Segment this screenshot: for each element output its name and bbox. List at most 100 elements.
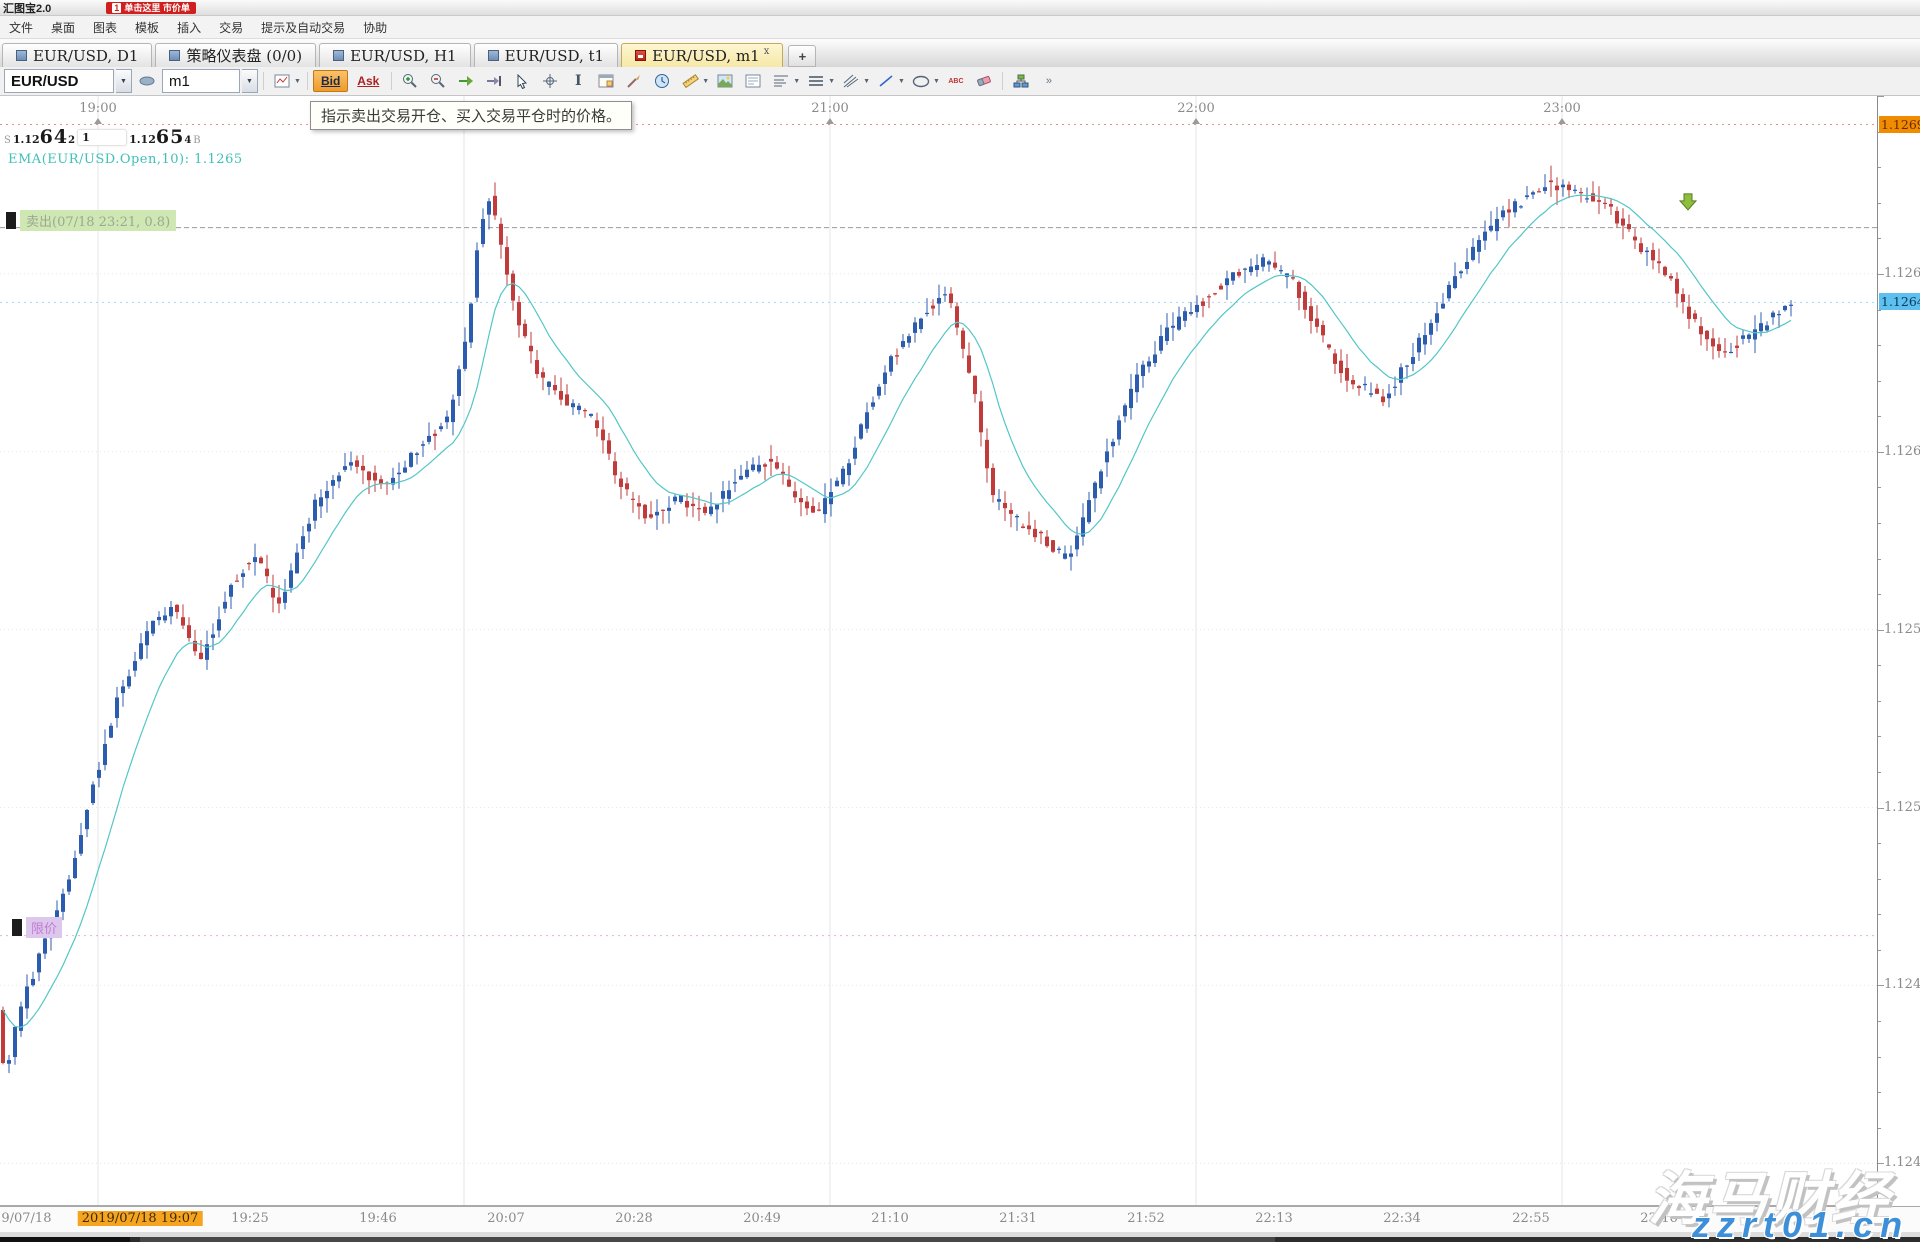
fibonacci-dropdown-icon[interactable]: ▼ <box>793 78 800 85</box>
top-time-label: 21:00 <box>811 101 848 116</box>
zoom-out-icon[interactable] <box>425 69 451 93</box>
period-dropdown-icon[interactable]: ▼ <box>242 69 258 93</box>
sell-side-label: S <box>4 135 11 146</box>
top-time-label: 19:00 <box>79 101 116 116</box>
symbol-dropdown-icon[interactable]: ▼ <box>116 69 132 93</box>
price-axis-label: 1.1240 <box>1884 1155 1920 1170</box>
horizontal-lines-icon[interactable] <box>803 69 829 93</box>
price-axis[interactable]: 1.12651.12601.12551.12501.12451.12401.12… <box>1877 96 1920 1206</box>
ask-button[interactable]: Ask <box>350 70 386 92</box>
grid: 19:0020:0021:0022:0023:00 <box>0 96 1877 1206</box>
menu-alerts-autotrade[interactable]: 提示及自动交易 <box>252 19 354 36</box>
pitchfork-dropdown-icon[interactable]: ▼ <box>863 78 870 85</box>
chart-tab-icon <box>333 50 344 61</box>
text-abc-icon[interactable]: ABC <box>943 69 969 93</box>
ask-price: 65 <box>156 126 184 148</box>
ema-line <box>3 195 1791 1027</box>
menu-desktop[interactable]: 桌面 <box>42 19 84 36</box>
trendline-icon[interactable] <box>873 69 899 93</box>
time-axis-label: 21:52 <box>1127 1211 1164 1226</box>
time-axis-label: 2019/07/18 <box>0 1211 51 1226</box>
price-axis-label: 1.1255 <box>1884 622 1920 637</box>
buy-side-label: B <box>193 135 200 146</box>
price-axis-label: 1.1265 <box>1884 266 1920 281</box>
time-axis-label: 20:07 <box>487 1211 524 1226</box>
fibonacci-icon[interactable] <box>768 69 794 93</box>
bid-line-tooltip: 指示卖出交易开仓、买入交易平仓时的价格。 <box>310 101 632 130</box>
time-axis-label-highlighted: 2019/07/18 19:07 <box>78 1211 203 1226</box>
chart-window-icon[interactable] <box>269 69 295 93</box>
hlines-dropdown-icon[interactable]: ▼ <box>828 78 835 85</box>
sell-arrow-marker[interactable] <box>1680 194 1696 210</box>
chart-tab-icon-active <box>635 50 646 61</box>
period-select[interactable]: m1 <box>162 69 240 93</box>
bid-button[interactable]: Bid <box>313 70 348 92</box>
menu-template[interactable]: 模板 <box>126 19 168 36</box>
spread-value: 1 <box>77 129 127 146</box>
cursor-icon[interactable] <box>509 69 535 93</box>
symbol-pill-icon[interactable] <box>134 69 160 93</box>
world-clock-icon[interactable] <box>649 69 675 93</box>
candlestick-chart[interactable]: 19:0020:0021:0022:0023:00 <box>0 96 1877 1206</box>
pitchfork-icon[interactable] <box>838 69 864 93</box>
indicator-nodes-icon[interactable] <box>1008 69 1034 93</box>
time-axis-label: 21:31 <box>999 1211 1036 1226</box>
time-axis[interactable]: 2019/07/18 2019/07/18 19:07 19:25 19:46 20:0… <box>0 1206 1920 1232</box>
time-axis-label: 19:46 <box>359 1211 396 1226</box>
bottom-edge-bar <box>0 1237 1920 1242</box>
new-window-icon[interactable] <box>593 69 619 93</box>
candles <box>1 166 1793 1073</box>
ibeam-icon[interactable]: I <box>565 69 591 93</box>
price-axis-label: 1.1245 <box>1884 977 1920 992</box>
ellipse-icon[interactable] <box>908 69 934 93</box>
chart-window-dropdown-icon[interactable]: ▼ <box>294 78 301 85</box>
order-prompt-badge[interactable]: 1 单击这里 市价单 <box>106 2 196 14</box>
toolbar-separator <box>1002 72 1003 90</box>
chart-tab-icon <box>16 50 27 61</box>
sell-position-label[interactable]: 卖出(07/18 23:21, 0.8) <box>6 210 176 231</box>
photo-icon[interactable] <box>712 69 738 93</box>
current-price-tag: 1.12642 <box>1879 293 1920 310</box>
brush-icon[interactable] <box>621 69 647 93</box>
zoom-in-icon[interactable] <box>397 69 423 93</box>
trendline-dropdown-icon[interactable]: ▼ <box>898 78 905 85</box>
time-axis-label: 20:28 <box>615 1211 652 1226</box>
time-axis-label: 23:37 <box>1768 1211 1805 1226</box>
badge-text: 单击这里 市价单 <box>124 3 190 13</box>
limit-order-label[interactable]: 限价 <box>12 917 62 938</box>
symbol-select[interactable]: EUR/USD <box>4 69 114 93</box>
new-tab-button[interactable]: + <box>788 45 816 67</box>
chart-shift-icon[interactable] <box>481 69 507 93</box>
tab-eurusd-t1[interactable]: EUR/USD, t1 <box>474 43 618 67</box>
tab-eurusd-m1-active[interactable]: EUR/USD, m1 x <box>621 43 783 67</box>
ruler-icon[interactable] <box>677 69 703 93</box>
tab-strategy-dashboard[interactable]: 策略仪表盘 (0/0) <box>155 43 316 67</box>
close-tab-icon[interactable]: x <box>764 46 770 57</box>
crosshair-icon[interactable] <box>537 69 563 93</box>
collapse-chevron-icon[interactable]: » <box>1036 69 1062 93</box>
ema-indicator-label: EMA(EUR/USD.Open,10): 1.1265 <box>8 152 243 167</box>
time-axis-label: 19:25 <box>231 1211 268 1226</box>
textbox-icon[interactable] <box>740 69 766 93</box>
chart-tab-bar: EUR/USD, D1 策略仪表盘 (0/0) EUR/USD, H1 EUR/… <box>0 39 1920 67</box>
ellipse-dropdown-icon[interactable]: ▼ <box>933 78 940 85</box>
eraser-icon[interactable] <box>971 69 997 93</box>
ruler-dropdown-icon[interactable]: ▼ <box>702 78 709 85</box>
menu-help[interactable]: 协助 <box>354 19 396 36</box>
toolbar-separator <box>391 72 392 90</box>
menu-trade[interactable]: 交易 <box>210 19 252 36</box>
auto-scroll-icon[interactable] <box>453 69 479 93</box>
badge-count: 1 <box>112 3 121 13</box>
menu-chart[interactable]: 图表 <box>84 19 126 36</box>
price-axis-label: 1.1260 <box>1884 444 1920 459</box>
bid-price: 64 <box>40 126 68 148</box>
top-time-label: 22:00 <box>1177 101 1214 116</box>
menu-insert[interactable]: 插入 <box>168 19 210 36</box>
time-axis-label: 23:16 <box>1640 1211 1677 1226</box>
menu-file[interactable]: 文件 <box>0 19 42 36</box>
app-title: 汇图宝2.0 <box>3 0 51 16</box>
time-axis-label: 22:34 <box>1383 1211 1420 1226</box>
tab-eurusd-d1[interactable]: EUR/USD, D1 <box>2 43 152 67</box>
tab-eurusd-h1[interactable]: EUR/USD, H1 <box>319 43 471 67</box>
menu-bar: 文件 桌面 图表 模板 插入 交易 提示及自动交易 协助 <box>0 16 1920 39</box>
